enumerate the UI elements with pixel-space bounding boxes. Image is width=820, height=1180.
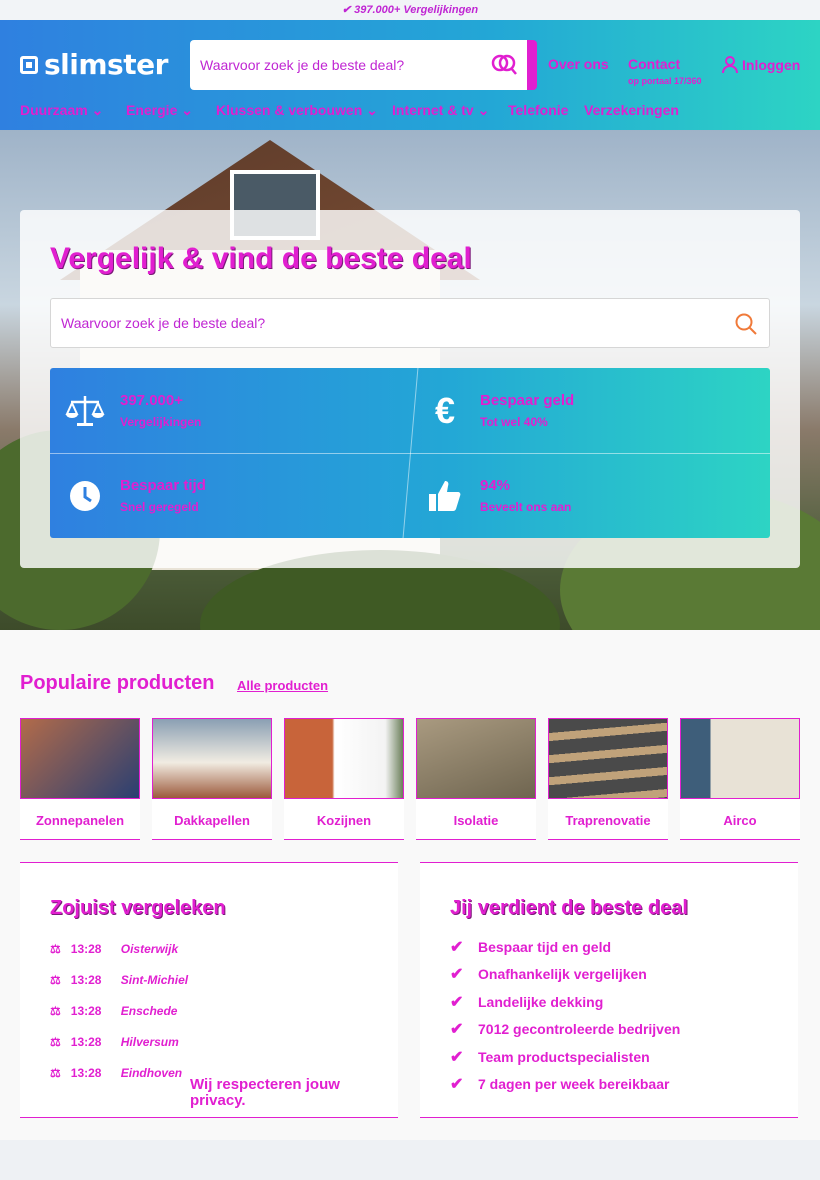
hero-title: Vergelijk & vind de beste deal bbox=[50, 242, 472, 275]
scale-icon: ⚖ bbox=[50, 941, 61, 956]
product-image bbox=[548, 718, 668, 799]
recent-title: Zojuist vergeleken bbox=[50, 897, 226, 919]
product-card[interactable]: Traprenovatie bbox=[548, 718, 668, 840]
product-image bbox=[152, 718, 272, 799]
list-item: ⚖ 13:28 Sint-Michiel bbox=[50, 972, 189, 987]
product-image bbox=[680, 718, 800, 799]
hero-search bbox=[50, 298, 770, 348]
check-icon: ✔ bbox=[450, 938, 464, 956]
check-icon: ✔ bbox=[450, 966, 464, 984]
list-item: ⚖ 13:28 Oisterwijk bbox=[50, 941, 179, 956]
product-card[interactable]: Zonnepanelen bbox=[20, 718, 140, 840]
top-banner: ✔ 397.000+ Vergelijkingen bbox=[0, 0, 820, 20]
login-button[interactable]: Inloggen bbox=[722, 56, 800, 74]
check-icon: ✔ bbox=[450, 1048, 464, 1066]
nav-item-verzekeringen[interactable]: Verzekeringen bbox=[584, 102, 679, 119]
hero-card: Vergelijk & vind de beste deal 397.000+V… bbox=[20, 210, 800, 568]
stats-panel: 397.000+ Vergelijkingen € Bespaar geld Tot… bbox=[50, 368, 770, 538]
scale-icon bbox=[65, 395, 105, 426]
benefits-list: ✔ Bespaar tijd en geld ✔ Onafhankelijk ver… bbox=[450, 933, 680, 1098]
search-icon[interactable] bbox=[491, 53, 517, 77]
nav-item-energie[interactable]: Energie ⌄ bbox=[126, 102, 216, 119]
check-icon: ✔ bbox=[450, 993, 464, 1011]
check-icon: ✔ bbox=[450, 1021, 464, 1039]
site-header: slimster Over ons Contact op portaal 17/… bbox=[0, 20, 820, 130]
list-item: ✔ 7012 gecontroleerde bedrijven bbox=[450, 1021, 681, 1039]
list-item: ✔ Landelijke dekking bbox=[450, 993, 604, 1011]
header-search-input[interactable] bbox=[190, 40, 470, 90]
benefits-box: Jij verdient de beste deal ✔ Bespaar tijd… bbox=[420, 862, 798, 1118]
list-item: ✔ Team productspecialisten bbox=[450, 1048, 650, 1066]
check-icon: ✔ bbox=[450, 1076, 464, 1094]
main-content: Populaire producten Alle producten Zonne… bbox=[0, 630, 820, 1140]
logo-text: slimster bbox=[44, 48, 168, 81]
thumbs-up-icon bbox=[429, 480, 461, 511]
about-link[interactable]: Over ons bbox=[548, 56, 609, 72]
hero-search-input[interactable] bbox=[51, 299, 701, 347]
main-nav: Duurzaam ⌄ Energie ⌄ Klussen & verbouwen… bbox=[20, 102, 679, 119]
nav-item-duurzaam[interactable]: Duurzaam ⌄ bbox=[20, 102, 126, 119]
list-item: ✔ Bespaar tijd en geld bbox=[450, 938, 612, 956]
products-title: Populaire producten bbox=[20, 672, 215, 694]
nav-item-internet[interactable]: Internet & tv ⌄ bbox=[392, 102, 508, 119]
header-search bbox=[190, 40, 537, 90]
product-card[interactable]: Kozijnen bbox=[284, 718, 404, 840]
product-card[interactable]: Isolatie bbox=[416, 718, 536, 840]
list-item: ✔ Onafhankelijk vergelijken bbox=[450, 966, 647, 984]
logo-icon bbox=[20, 55, 38, 74]
all-products-link[interactable]: Alle producten bbox=[237, 678, 328, 693]
stat-save-time: Bespaar tijd Snel geregeld bbox=[50, 453, 410, 538]
product-card[interactable]: Airco bbox=[680, 718, 800, 840]
list-item: ⚖ 13:28 Enschede bbox=[50, 1003, 178, 1018]
contact-link[interactable]: Contact bbox=[628, 56, 680, 72]
search-icon[interactable] bbox=[735, 313, 757, 335]
user-icon bbox=[722, 56, 738, 74]
product-list: Zonnepanelen Dakkapellen Kozijnen Isolat… bbox=[20, 718, 800, 840]
product-image bbox=[284, 718, 404, 799]
stat-recommend: 94% Beveelt ons aan bbox=[410, 453, 770, 538]
list-item: ✔ 7 dagen per week bereikbaar bbox=[450, 1076, 670, 1094]
nav-item-telefonie[interactable]: Telefonie bbox=[508, 102, 584, 119]
product-image bbox=[416, 718, 536, 799]
product-card[interactable]: Dakkapellen bbox=[152, 718, 272, 840]
nav-item-klussen[interactable]: Klussen & verbouwen ⌄ bbox=[216, 102, 392, 119]
privacy-notice: Wij respecteren jouw privacy. bbox=[190, 1076, 340, 1109]
stat-comparisons: 397.000+ Vergelijkingen bbox=[50, 368, 410, 453]
list-item: ⚖ 13:28 Hilversum bbox=[50, 1034, 179, 1049]
euro-icon: € bbox=[434, 389, 456, 431]
stat-save-money: € Bespaar geld Tot wel 40% bbox=[434, 389, 575, 431]
login-label: Inloggen bbox=[742, 57, 801, 73]
product-image bbox=[20, 718, 140, 799]
scale-icon: ⚖ bbox=[50, 1065, 61, 1080]
site-logo[interactable]: slimster bbox=[20, 48, 168, 81]
hero-section: Vergelijk & vind de beste deal 397.000+V… bbox=[0, 130, 820, 630]
clock-icon bbox=[70, 480, 100, 511]
scale-icon: ⚖ bbox=[50, 1003, 61, 1018]
benefits-title: Jij verdient de beste deal bbox=[450, 897, 688, 919]
scale-icon: ⚖ bbox=[50, 972, 61, 987]
scale-icon: ⚖ bbox=[50, 1034, 61, 1049]
recent-comparisons-box: Zojuist vergeleken ⚖ 13:28 Oisterwijk ⚖ 13:… bbox=[20, 862, 398, 1118]
recent-list: ⚖ 13:28 Oisterwijk ⚖ 13:28 Sint-Michiel ⚖ 13:… bbox=[50, 933, 370, 1088]
contact-subtext: op portaal 17/360 bbox=[628, 76, 702, 86]
